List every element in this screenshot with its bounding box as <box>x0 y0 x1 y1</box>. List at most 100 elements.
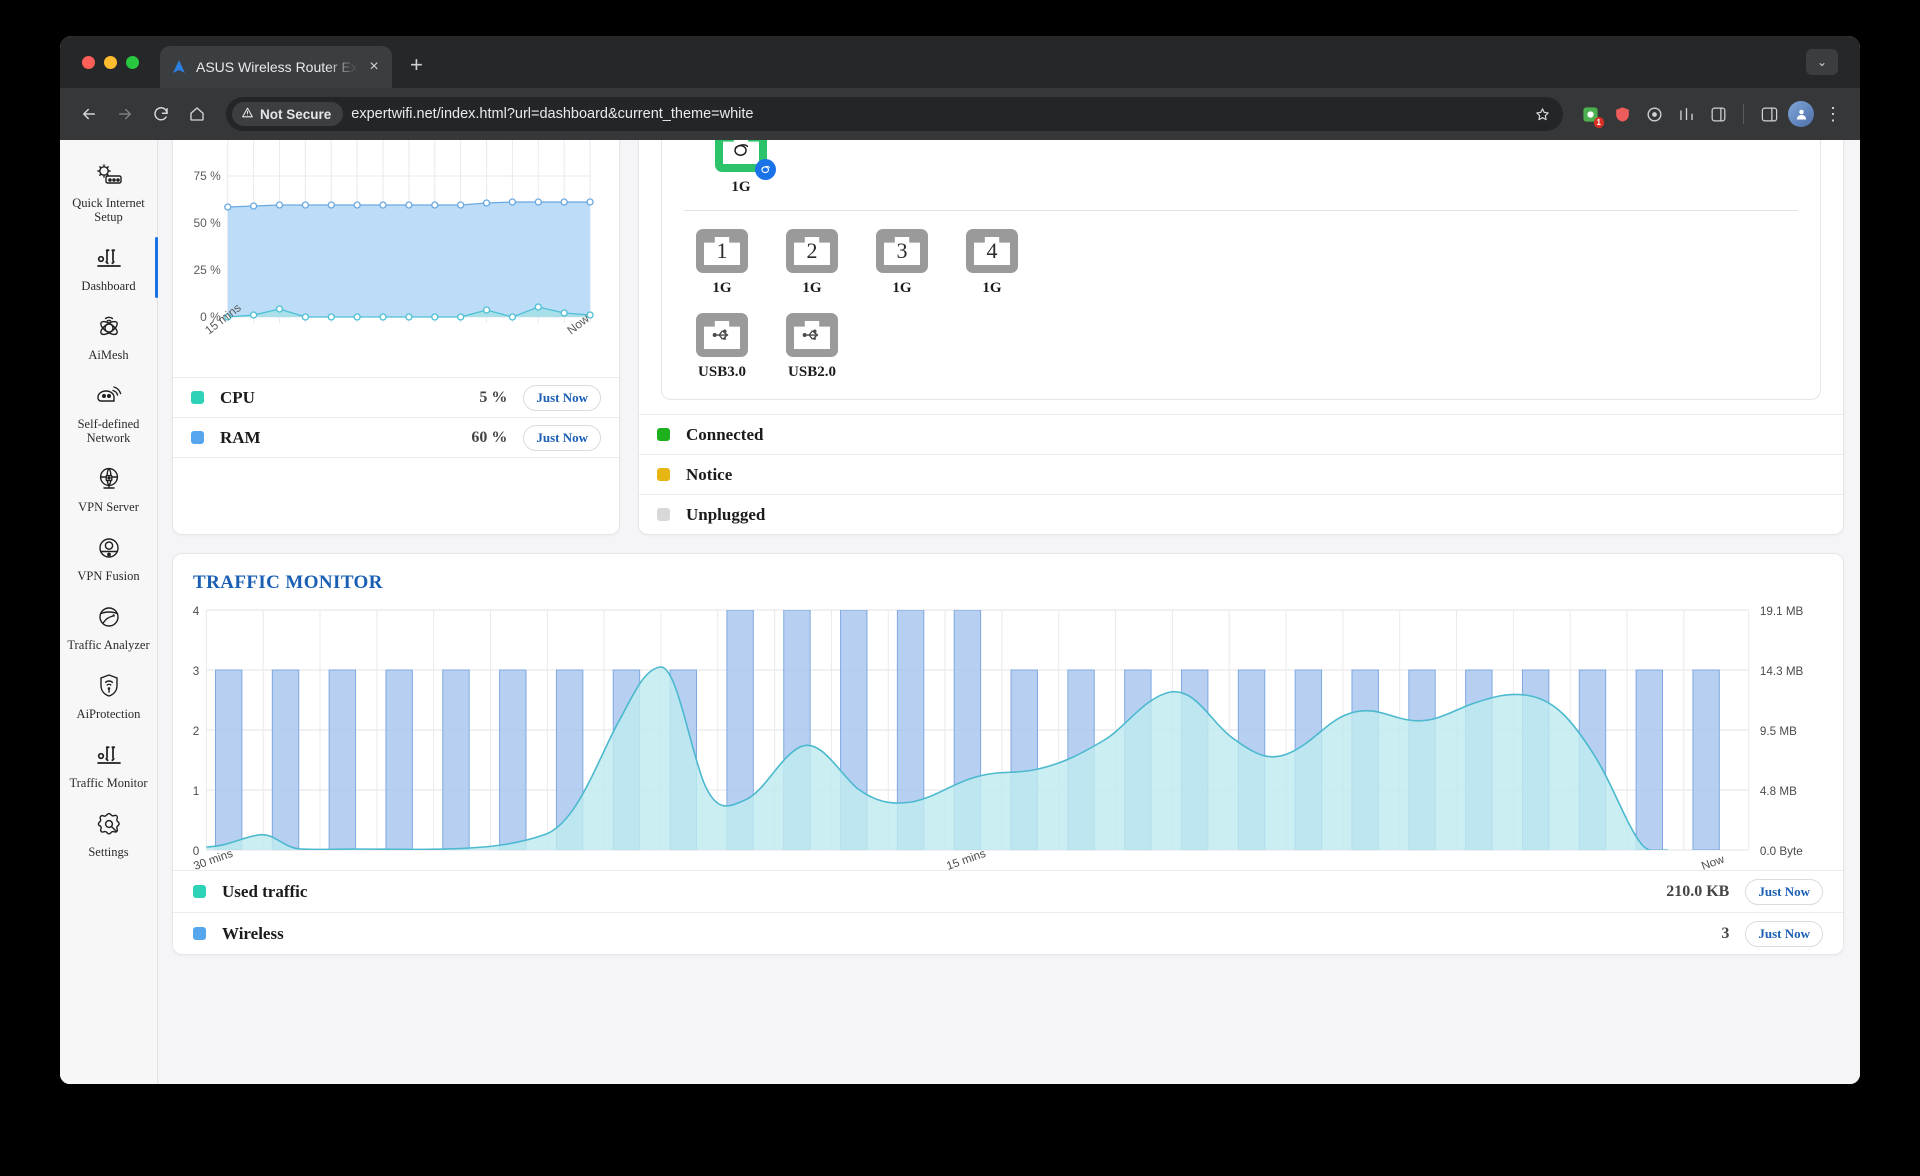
page-body: Quick Internet Setup Dashboard AiMesh Se… <box>60 140 1860 1084</box>
back-button[interactable] <box>74 99 104 129</box>
bookmark-star-icon[interactable] <box>1529 101 1555 127</box>
browser-menu-icon[interactable]: ⋮ <box>1820 101 1846 127</box>
not-secure-badge[interactable]: Not Secure <box>232 102 344 126</box>
y-right-tick-label: 4.8 MB <box>1760 786 1797 798</box>
sidebar-item-vpn-server[interactable]: VPN Server <box>60 454 157 523</box>
y-left-tick-label: 1 <box>193 786 200 798</box>
traffic-legend: Used traffic 210.0 KB Just Now Wireless … <box>173 870 1843 954</box>
ram-area <box>227 202 591 317</box>
sidebar-item-traffic-monitor[interactable]: Traffic Monitor <box>60 730 157 799</box>
privacy-extension-icon[interactable] <box>1641 101 1667 127</box>
forward-button[interactable] <box>110 99 140 129</box>
usb2-port[interactable]: USB2.0 <box>786 313 838 381</box>
asus-logo-icon <box>170 58 188 76</box>
used-traffic-timestamp-button[interactable]: Just Now <box>1745 878 1823 905</box>
cpu-ram-chart-svg: 100 % 75 % 50 % 25 % 0 % 15 mins Now <box>194 140 594 337</box>
sidebar-item-aiprotection[interactable]: AiProtection <box>60 661 157 730</box>
wireless-value: 3 <box>1721 924 1730 942</box>
lan-port-2[interactable]: 2 1G <box>786 229 838 297</box>
traffic-monitor-chart: 4 3 2 1 0 19.1 MB 14.3 MB 9.5 MB 4.8 MB … <box>181 602 1835 873</box>
main-content: 100 % 75 % 50 % 25 % 0 % 15 mins Now <box>158 140 1860 1084</box>
y-tick-label: 75 % <box>194 169 222 183</box>
sidebar-item-settings[interactable]: Settings <box>60 799 157 868</box>
wireless-row: Wireless 3 Just Now <box>173 912 1843 954</box>
wan-port[interactable]: 1G <box>696 140 786 196</box>
usb-port-icon[interactable] <box>786 313 838 357</box>
toolbar-divider <box>1743 104 1744 124</box>
top-cards-row: 100 % 75 % 50 % 25 % 0 % 15 mins Now <box>172 140 1844 535</box>
lan-port-number: 2 <box>806 238 818 263</box>
apps-extension-icon[interactable] <box>1705 101 1731 127</box>
sidebar-item-traffic-analyzer[interactable]: Traffic Analyzer <box>60 592 157 661</box>
lan-port-icon[interactable]: 1 <box>696 229 748 273</box>
internet-globe-badge-icon <box>755 159 776 180</box>
wireless-timestamp-button[interactable]: Just Now <box>1745 920 1823 947</box>
extension-badge: 1 <box>1593 117 1604 128</box>
close-tab-icon[interactable]: × <box>366 59 382 75</box>
status-notice-row: Notice <box>639 454 1843 494</box>
minimize-window-button[interactable] <box>104 56 117 69</box>
side-panel-icon[interactable] <box>1756 101 1782 127</box>
close-window-button[interactable] <box>82 56 95 69</box>
sidebar-item-label: VPN Server <box>78 500 139 514</box>
sidebar-item-self-defined-network[interactable]: Self-defined Network <box>60 371 157 454</box>
notice-label: Notice <box>686 464 733 484</box>
y-right-tick-label: 14.3 MB <box>1760 666 1804 678</box>
lan-port-4[interactable]: 4 1G <box>966 229 1018 297</box>
used-traffic-color-swatch <box>193 885 206 898</box>
y-left-tick-label: 4 <box>193 606 200 618</box>
x-tick-label: 15 mins <box>945 848 988 870</box>
sidebar-item-dashboard[interactable]: Dashboard <box>60 233 158 302</box>
notice-color-swatch <box>657 468 670 481</box>
usb3-port[interactable]: USB3.0 <box>696 313 748 381</box>
home-button[interactable] <box>182 99 212 129</box>
new-tab-button[interactable]: + <box>410 52 423 78</box>
ram-timestamp-button[interactable]: Just Now <box>523 424 601 451</box>
sidebar-item-label: Traffic Analyzer <box>67 638 150 652</box>
sidebar-item-label: Traffic Monitor <box>69 776 148 790</box>
sidebar-item-aimesh[interactable]: AiMesh <box>60 302 157 371</box>
lan-ports-row: 1 1G 2 1G 3 1G 4 1G <box>680 229 1802 297</box>
browser-toolbar: Not Secure expertwifi.net/index.html?url… <box>60 88 1860 140</box>
tracker-extension-icon[interactable] <box>1673 101 1699 127</box>
address-bar[interactable]: Not Secure expertwifi.net/index.html?url… <box>226 97 1563 131</box>
tab-list-chevron-icon[interactable]: ⌄ <box>1806 49 1838 75</box>
usb2-label: USB2.0 <box>788 364 836 380</box>
cpu-color-swatch <box>191 391 204 404</box>
y-right-tick-label: 0.0 Byte <box>1760 846 1803 858</box>
wireless-label: Wireless <box>222 923 284 943</box>
dashboard-icon <box>93 242 125 274</box>
lan-port-3[interactable]: 3 1G <box>876 229 928 297</box>
wan-globe-port-icon[interactable] <box>715 140 776 180</box>
lan-port-icon[interactable]: 4 <box>966 229 1018 273</box>
window-controls[interactable] <box>82 56 139 69</box>
profile-avatar[interactable] <box>1788 101 1814 127</box>
cpu-ram-chart: 100 % 75 % 50 % 25 % 0 % 15 mins Now <box>173 140 619 377</box>
sidebar-item-quick-internet-setup[interactable]: Quick Internet Setup <box>60 150 157 233</box>
used-traffic-row: Used traffic 210.0 KB Just Now <box>173 870 1843 912</box>
usb-port-icon[interactable] <box>696 313 748 357</box>
lan-speed-label: 1G <box>982 280 1002 296</box>
shield-extension-icon[interactable] <box>1609 101 1635 127</box>
reload-button[interactable] <box>146 99 176 129</box>
lan-port-icon[interactable]: 2 <box>786 229 838 273</box>
used-traffic-value: 210.0 KB <box>1666 882 1730 900</box>
cpu-timestamp-button[interactable]: Just Now <box>523 384 601 411</box>
unplugged-label: Unplugged <box>686 504 766 524</box>
lan-port-icon[interactable]: 3 <box>876 229 928 273</box>
vpn-fusion-icon <box>93 532 125 564</box>
puzzle-extension-icon[interactable]: 1 <box>1577 101 1604 128</box>
lan-port-1[interactable]: 1 1G <box>696 229 748 297</box>
y-tick-label: 25 % <box>194 263 222 277</box>
sidebar-item-vpn-fusion[interactable]: VPN Fusion <box>60 523 157 592</box>
sidebar-item-label: Settings <box>88 845 129 859</box>
cpu-ram-card: 100 % 75 % 50 % 25 % 0 % 15 mins Now <box>172 140 620 535</box>
omnibox-actions <box>1529 101 1555 127</box>
url-text[interactable]: expertwifi.net/index.html?url=dashboard&… <box>351 106 753 122</box>
browser-tab[interactable]: ASUS Wireless Router Expert × <box>160 46 392 88</box>
lan-speed-label: 1G <box>892 280 912 296</box>
sidebar-item-label: Self-defined Network <box>77 417 140 445</box>
tab-title: ASUS Wireless Router Expert <box>196 59 358 75</box>
sidebar-item-label: VPN Fusion <box>77 569 140 583</box>
maximize-window-button[interactable] <box>126 56 139 69</box>
